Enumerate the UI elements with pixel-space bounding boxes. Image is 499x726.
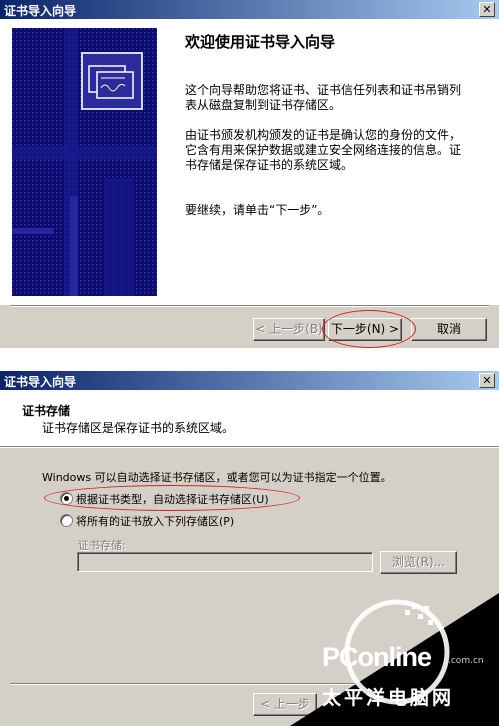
header-panel: [0, 390, 499, 446]
section-description: 证书存储区是保存证书的系统区域。: [42, 421, 235, 435]
window-title: 证书导入向导: [4, 4, 77, 18]
watermark-domain: .com.cn: [448, 656, 484, 666]
back-button[interactable]: < 上一步: [253, 693, 317, 716]
intro-paragraph: 这个向导帮助您将证书、证书信任列表和证书吊销列表从磁盘复制到证书存储区。: [185, 83, 462, 112]
welcome-heading: 欢迎使用证书导入向导: [185, 33, 336, 51]
watermark-tagline: 太平洋电脑网: [322, 687, 455, 709]
next-button[interactable]: 下一步(N) >: [328, 318, 402, 341]
window-title: 证书导入向导: [4, 375, 77, 389]
certificate-store-field[interactable]: [77, 552, 373, 572]
auto-select-label: 根据证书类型，自动选择证书存储区(U): [76, 493, 269, 506]
radio-button[interactable]: [60, 514, 73, 527]
header-separator: [0, 446, 499, 448]
wizard-banner: [12, 28, 157, 296]
store-intro-text: Windows 可以自动选择证书存储区，或者您可以为证书指定一个位置。: [42, 471, 392, 484]
button-separator: [10, 305, 489, 307]
auto-select-store-radio[interactable]: 根据证书类型，自动选择证书存储区(U): [60, 490, 300, 506]
import-wizard-welcome-window: 证书导入向导 ✕ 欢迎使用证书导入向导 这个向导帮助您将证书、证书信任列表和证书…: [0, 0, 499, 348]
radio-button-selected[interactable]: [60, 492, 73, 505]
continue-instruction: 要继续，请单击“下一步”。: [185, 203, 330, 217]
certificate-icon: [81, 52, 143, 110]
manual-store-radio[interactable]: 将所有的证书放入下列存储区(P): [60, 512, 300, 528]
store-label: 证书存储:: [78, 539, 126, 552]
manual-store-label: 将所有的证书放入下列存储区(P): [76, 515, 235, 528]
section-title: 证书存储: [22, 404, 71, 418]
back-button[interactable]: < 上一步(B): [253, 318, 325, 341]
cancel-button[interactable]: 取消: [411, 318, 487, 341]
close-icon: ✕: [482, 374, 492, 387]
close-icon: ✕: [482, 3, 492, 16]
watermark-brand: PConline: [322, 642, 432, 672]
close-button[interactable]: ✕: [479, 2, 495, 17]
browse-button[interactable]: 浏览(R)...: [380, 551, 457, 574]
description-paragraph: 由证书颁发机构颁发的证书是确认您的身份的文件，它含有用来保护数据或建立安全网络连…: [185, 128, 462, 172]
close-button[interactable]: ✕: [479, 373, 495, 388]
title-bar[interactable]: 证书导入向导 ✕: [0, 0, 499, 19]
title-bar[interactable]: 证书导入向导 ✕: [0, 371, 499, 390]
